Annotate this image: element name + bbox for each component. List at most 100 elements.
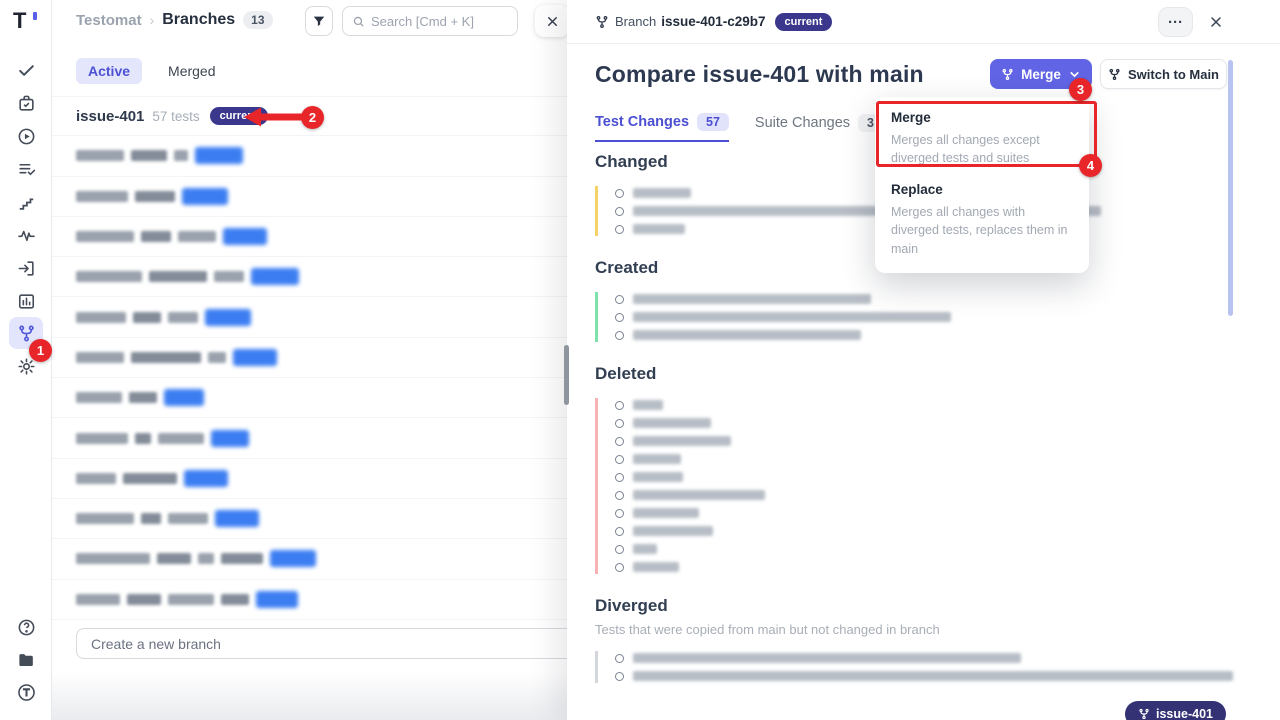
redacted-badge	[233, 349, 277, 366]
switch-to-main-button[interactable]: Switch to Main	[1100, 59, 1227, 89]
redacted-text	[76, 553, 150, 564]
branch-row-redacted[interactable]	[52, 217, 567, 257]
change-item[interactable]	[615, 653, 1240, 663]
testomat-logo[interactable]: T	[13, 8, 26, 34]
redacted-text	[157, 553, 191, 564]
redacted-text	[168, 513, 208, 524]
item-bullet-icon	[615, 654, 624, 663]
change-item[interactable]	[615, 526, 1240, 536]
briefcase-check-icon[interactable]	[9, 87, 43, 119]
filter-button[interactable]	[305, 6, 333, 36]
help-icon[interactable]	[9, 611, 43, 643]
tab-label: Test Changes	[595, 114, 689, 130]
panel-resize-handle[interactable]	[564, 345, 569, 405]
branch-icon	[595, 15, 609, 29]
check-icon[interactable]	[9, 54, 43, 86]
redacted-test-name	[633, 671, 1233, 681]
change-item[interactable]	[615, 400, 1240, 410]
list-check-icon[interactable]	[9, 153, 43, 185]
compare-close-button[interactable]	[1206, 12, 1226, 32]
item-bullet-icon	[615, 545, 624, 554]
scrollbar-thumb[interactable]	[1228, 60, 1233, 316]
floating-branch-badge[interactable]: issue-401	[1125, 701, 1226, 720]
redacted-text	[141, 513, 161, 524]
change-item[interactable]	[615, 490, 1240, 500]
more-options-button[interactable]: ···	[1158, 7, 1193, 37]
change-item[interactable]	[615, 294, 1240, 304]
floating-branch-label: issue-401	[1156, 707, 1213, 720]
switch-button-label: Switch to Main	[1128, 67, 1219, 82]
branch-row-redacted[interactable]	[52, 257, 567, 297]
branch-row-redacted[interactable]	[52, 297, 567, 337]
compare-panel-header: Branch issue-401-c29b7 current ···	[567, 0, 1280, 44]
redacted-test-name	[633, 436, 731, 446]
change-item[interactable]	[615, 544, 1240, 554]
tab-active[interactable]: Active	[76, 58, 142, 84]
branch-row-redacted[interactable]	[52, 338, 567, 378]
branch-row-redacted[interactable]	[52, 499, 567, 539]
redacted-text	[221, 553, 263, 564]
change-item[interactable]	[615, 472, 1240, 482]
change-item[interactable]	[615, 454, 1240, 464]
branch-row-redacted[interactable]	[52, 580, 567, 620]
redacted-text	[129, 392, 157, 403]
search-input[interactable]	[371, 14, 508, 29]
redacted-test-name	[633, 400, 663, 410]
branch-row-redacted[interactable]	[52, 177, 567, 217]
branch-row-redacted[interactable]	[52, 136, 567, 176]
change-item[interactable]	[615, 312, 1240, 322]
branch-name: issue-401	[76, 108, 144, 125]
account-avatar[interactable]	[9, 676, 43, 708]
redacted-test-name	[633, 490, 765, 500]
projects-folder-icon[interactable]	[9, 644, 43, 676]
change-item[interactable]	[615, 562, 1240, 572]
search-box	[342, 6, 518, 36]
branch-row-redacted[interactable]	[52, 459, 567, 499]
branch-filter-tabs: Active Merged	[76, 58, 228, 84]
close-icon	[545, 14, 560, 29]
change-item[interactable]	[615, 436, 1240, 446]
tab-test-changes[interactable]: Test Changes 57	[595, 113, 729, 142]
logo-accent	[33, 12, 37, 20]
tab-suite-changes[interactable]: Suite Changes 3	[755, 113, 883, 142]
change-item[interactable]	[615, 418, 1240, 428]
redacted-text	[76, 231, 134, 242]
option-title: Replace	[891, 182, 1073, 197]
redacted-badge	[211, 430, 249, 447]
import-icon[interactable]	[9, 252, 43, 284]
compare-title: Compare issue-401 with main	[595, 61, 924, 88]
branch-row-redacted[interactable]	[52, 418, 567, 458]
create-branch-input[interactable]	[76, 628, 636, 659]
dropdown-option-replace[interactable]: Replace Merges all changes with diverged…	[891, 182, 1073, 257]
report-chart-icon[interactable]	[9, 285, 43, 317]
redacted-badge	[251, 268, 299, 285]
redacted-test-name	[633, 526, 713, 536]
redacted-text	[135, 433, 151, 444]
branches-close-button[interactable]	[535, 5, 569, 37]
redacted-badge	[164, 389, 204, 406]
branch-row-redacted[interactable]	[52, 378, 567, 418]
funnel-icon	[312, 14, 326, 28]
redacted-text	[158, 433, 204, 444]
branches-count-badge: 13	[243, 11, 272, 29]
play-circle-icon[interactable]	[9, 120, 43, 152]
branch-row-redacted[interactable]	[52, 539, 567, 579]
option-description: Merges all changes with diverged tests, …	[891, 203, 1073, 257]
redacted-text	[221, 594, 249, 605]
redacted-test-name	[633, 562, 679, 572]
redacted-text	[208, 352, 226, 363]
annotation-step-3: 3	[1069, 78, 1092, 101]
redacted-text	[178, 231, 216, 242]
redacted-text	[76, 312, 126, 323]
redacted-text	[76, 191, 128, 202]
change-item[interactable]	[615, 671, 1240, 681]
redacted-badge	[184, 470, 228, 487]
change-item[interactable]	[615, 508, 1240, 518]
branch-tests-count: 57 tests	[152, 109, 199, 124]
change-item[interactable]	[615, 330, 1240, 340]
steps-icon[interactable]	[9, 186, 43, 218]
tab-merged[interactable]: Merged	[156, 58, 227, 84]
redacted-text	[131, 150, 167, 161]
breadcrumb-project[interactable]: Testomat	[76, 12, 142, 29]
pulse-icon[interactable]	[9, 219, 43, 251]
